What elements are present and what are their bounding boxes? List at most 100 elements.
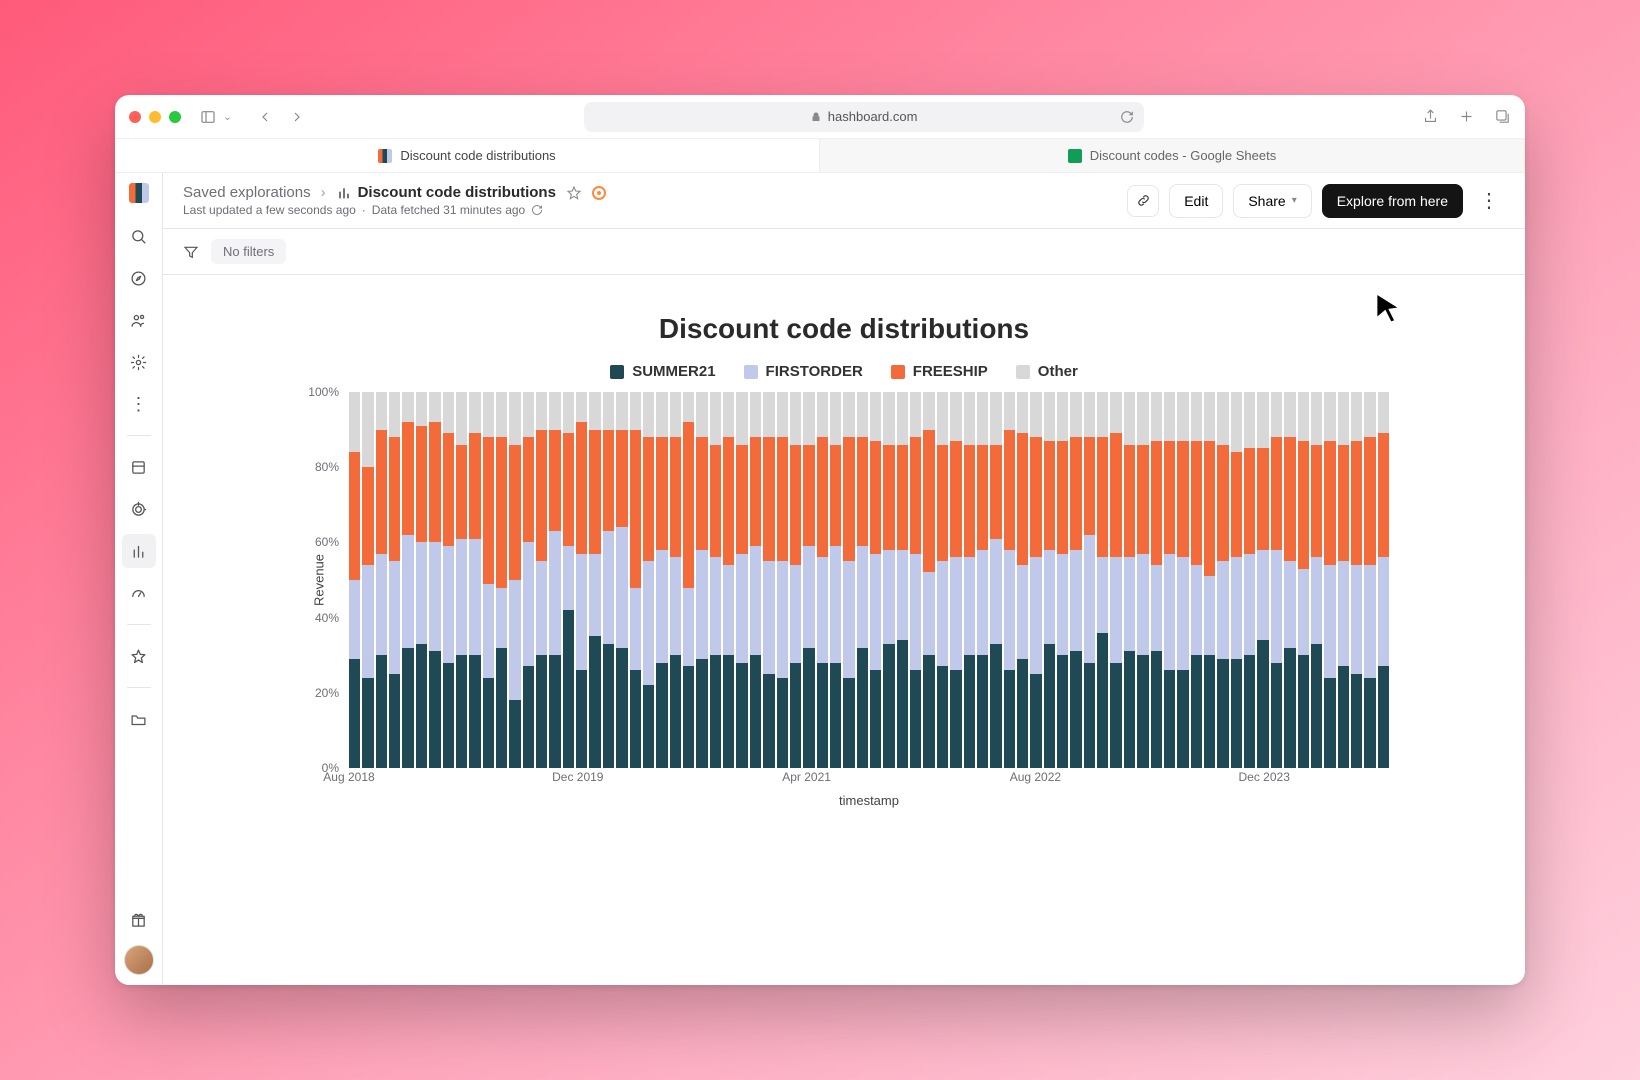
bar-column[interactable] [1378, 392, 1389, 768]
no-filters-pill[interactable]: No filters [211, 239, 286, 264]
legend-item[interactable]: Other [1016, 363, 1078, 380]
fullscreen-window-button[interactable] [169, 111, 181, 123]
bar-column[interactable] [1177, 392, 1188, 768]
chart-plot[interactable] [349, 392, 1389, 768]
copy-link-button[interactable] [1127, 185, 1159, 217]
bar-column[interactable] [376, 392, 387, 768]
bar-column[interactable] [643, 392, 654, 768]
bar-column[interactable] [950, 392, 961, 768]
star-icon[interactable] [122, 639, 156, 673]
bar-column[interactable] [469, 392, 480, 768]
avatar[interactable] [124, 945, 154, 975]
bar-column[interactable] [603, 392, 614, 768]
bar-column[interactable] [803, 392, 814, 768]
bar-column[interactable] [509, 392, 520, 768]
bar-column[interactable] [429, 392, 440, 768]
bar-column[interactable] [830, 392, 841, 768]
overflow-menu-button[interactable]: ⋮ [1473, 188, 1505, 213]
target-icon[interactable] [122, 492, 156, 526]
bar-column[interactable] [402, 392, 413, 768]
legend-item[interactable]: FIRSTORDER [744, 363, 863, 380]
bar-column[interactable] [1030, 392, 1041, 768]
share-button-browser[interactable] [1421, 108, 1439, 126]
compass-icon[interactable] [122, 261, 156, 295]
bar-column[interactable] [1057, 392, 1068, 768]
bar-column[interactable] [536, 392, 547, 768]
bar-column[interactable] [990, 392, 1001, 768]
share-button[interactable]: Share▾ [1233, 184, 1311, 218]
edit-button[interactable]: Edit [1169, 184, 1223, 218]
refresh-icon[interactable] [531, 204, 543, 216]
bar-column[interactable] [790, 392, 801, 768]
bar-column[interactable] [1217, 392, 1228, 768]
bar-column[interactable] [1351, 392, 1362, 768]
filter-icon[interactable] [183, 244, 199, 260]
bar-column[interactable] [777, 392, 788, 768]
bar-column[interactable] [683, 392, 694, 768]
bar-column[interactable] [616, 392, 627, 768]
bar-column[interactable] [710, 392, 721, 768]
bar-chart-icon[interactable] [122, 534, 156, 568]
bar-column[interactable] [1284, 392, 1295, 768]
new-tab-button[interactable] [1457, 108, 1475, 126]
bar-column[interactable] [1271, 392, 1282, 768]
bar-column[interactable] [977, 392, 988, 768]
bar-column[interactable] [1298, 392, 1309, 768]
bar-column[interactable] [857, 392, 868, 768]
bar-column[interactable] [1151, 392, 1162, 768]
search-icon[interactable] [122, 219, 156, 253]
bar-column[interactable] [1338, 392, 1349, 768]
bar-column[interactable] [1084, 392, 1095, 768]
bar-column[interactable] [1324, 392, 1335, 768]
more-icon[interactable]: ⋮ [122, 387, 156, 421]
bar-column[interactable] [736, 392, 747, 768]
reload-icon[interactable] [1120, 110, 1134, 124]
app-logo[interactable] [129, 183, 149, 203]
bar-column[interactable] [897, 392, 908, 768]
bar-column[interactable] [1017, 392, 1028, 768]
bar-column[interactable] [362, 392, 373, 768]
bar-column[interactable] [483, 392, 494, 768]
gear-icon[interactable] [122, 345, 156, 379]
folder-icon[interactable] [122, 702, 156, 736]
bar-column[interactable] [496, 392, 507, 768]
breadcrumb-root[interactable]: Saved explorations [183, 184, 311, 201]
bar-column[interactable] [883, 392, 894, 768]
bar-column[interactable] [589, 392, 600, 768]
bar-column[interactable] [817, 392, 828, 768]
bar-column[interactable] [696, 392, 707, 768]
browser-forward-button[interactable] [288, 108, 306, 126]
bar-column[interactable] [1004, 392, 1015, 768]
bar-column[interactable] [723, 392, 734, 768]
bar-column[interactable] [1124, 392, 1135, 768]
bar-column[interactable] [656, 392, 667, 768]
bar-column[interactable] [843, 392, 854, 768]
bar-column[interactable] [1364, 392, 1375, 768]
legend-item[interactable]: FREESHIP [891, 363, 988, 380]
bar-column[interactable] [923, 392, 934, 768]
favorite-button[interactable] [566, 185, 582, 201]
bar-column[interactable] [964, 392, 975, 768]
tab-overview-button[interactable] [1493, 108, 1511, 126]
bar-column[interactable] [1311, 392, 1322, 768]
bar-column[interactable] [750, 392, 761, 768]
bar-column[interactable] [763, 392, 774, 768]
address-bar[interactable]: hashboard.com [584, 102, 1144, 132]
browser-back-button[interactable] [256, 108, 274, 126]
bar-column[interactable] [349, 392, 360, 768]
gauge-icon[interactable] [122, 576, 156, 610]
bar-column[interactable] [670, 392, 681, 768]
browser-tab-inactive[interactable]: Discount codes - Google Sheets [820, 139, 1525, 172]
browser-tab-active[interactable]: Discount code distributions [115, 139, 820, 172]
bar-column[interactable] [910, 392, 921, 768]
bar-column[interactable] [576, 392, 587, 768]
bar-column[interactable] [389, 392, 400, 768]
dashboard-icon[interactable] [122, 450, 156, 484]
explore-button[interactable]: Explore from here [1322, 184, 1463, 218]
minimize-window-button[interactable] [149, 111, 161, 123]
bar-column[interactable] [563, 392, 574, 768]
people-icon[interactable] [122, 303, 156, 337]
legend-item[interactable]: SUMMER21 [610, 363, 715, 380]
bar-column[interactable] [1097, 392, 1108, 768]
gift-icon[interactable] [122, 903, 156, 937]
